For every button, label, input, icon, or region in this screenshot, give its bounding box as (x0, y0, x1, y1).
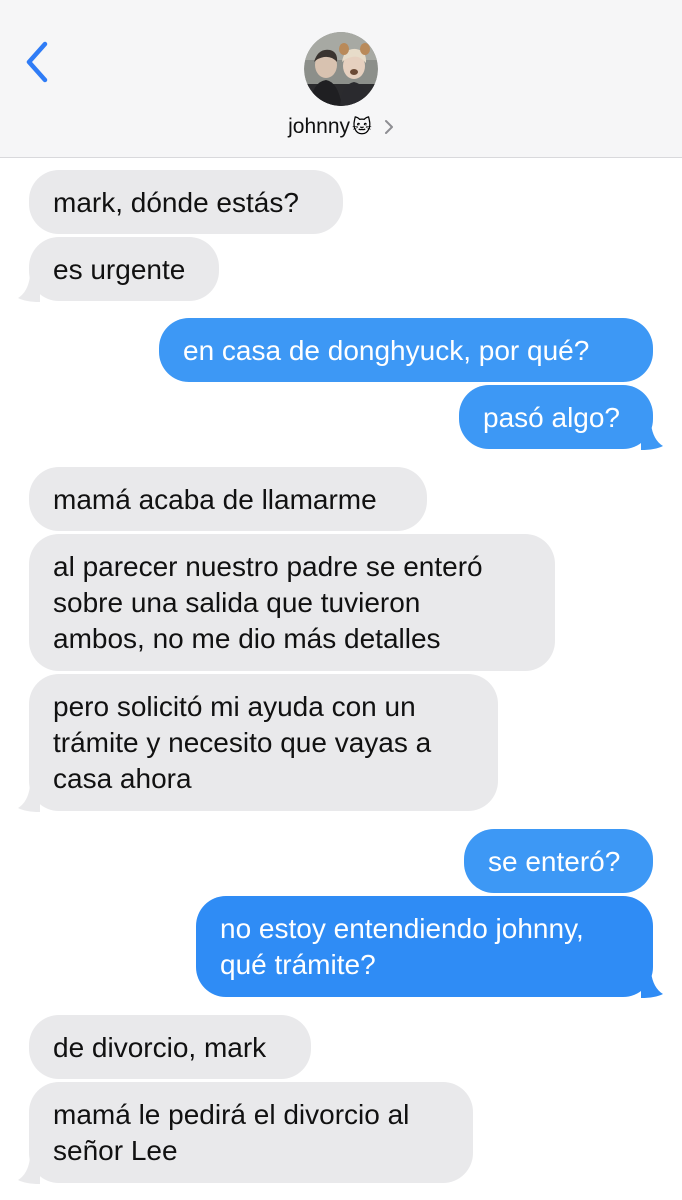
contact-name-button[interactable]: johnny 🐱 (0, 112, 682, 142)
incoming-bubble-tail (18, 786, 40, 812)
outgoing-message-bubble[interactable]: pasó algo? (459, 385, 653, 449)
back-button[interactable] (16, 38, 56, 86)
contact-name: johnny (288, 115, 351, 138)
message-line: pero solicitó mi ayuda con un (53, 691, 416, 722)
message-text: en casa de donghyuck, por qué? (183, 335, 590, 366)
message-text: de divorcio, mark (53, 1032, 267, 1063)
message-text: mark, dónde estás? (53, 187, 299, 218)
outgoing-bubble-tail (641, 972, 663, 998)
incoming-message-bubble[interactable]: mamá le pedirá el divorcio al señor Lee (29, 1082, 473, 1183)
outgoing-message-bubble[interactable]: se enteró? (464, 829, 653, 893)
incoming-bubble-tail (18, 1158, 40, 1184)
chevron-right-icon (384, 119, 394, 135)
incoming-message-bubble[interactable]: mamá acaba de llamarme (29, 467, 427, 531)
message-line: sobre una salida que tuvieron (53, 587, 421, 618)
message-line: señor Lee (53, 1135, 178, 1166)
message-line: qué trámite? (220, 949, 376, 980)
message-text: pasó algo? (483, 402, 621, 433)
outgoing-message-bubble[interactable]: no estoy entendiendo johnny, qué trámite… (196, 896, 653, 997)
message-text: se enteró? (488, 846, 621, 877)
incoming-message-bubble[interactable]: es urgente (29, 237, 219, 301)
chevron-left-icon (26, 41, 48, 83)
conversation-header: johnny 🐱 (0, 0, 682, 158)
outgoing-bubble-tail (641, 424, 663, 450)
outgoing-message-bubble[interactable]: en casa de donghyuck, por qué? (159, 318, 653, 382)
incoming-message-bubble[interactable]: al parecer nuestro padre se enteró sobre… (29, 534, 555, 671)
message-line: no estoy entendiendo johnny, (220, 913, 584, 944)
incoming-message-bubble[interactable]: mark, dónde estás? (29, 170, 343, 234)
message-line: ambos, no me dio más detalles (53, 623, 441, 654)
avatar-photo (304, 32, 378, 106)
incoming-message-bubble[interactable]: pero solicitó mi ayuda con un trámite y … (29, 674, 498, 811)
cat-emoji-icon: 🐱 (352, 116, 372, 138)
message-line: mamá le pedirá el divorcio al (53, 1099, 410, 1130)
messages-screen: johnny 🐱 mark, dónde estás? es urgente e… (0, 0, 682, 1200)
message-text: mamá acaba de llamarme (53, 484, 377, 515)
contact-avatar[interactable] (304, 32, 378, 106)
message-line: al parecer nuestro padre se enteró (53, 551, 483, 582)
message-line: trámite y necesito que vayas a (53, 727, 432, 758)
message-text: es urgente (53, 254, 186, 285)
incoming-bubble-tail (18, 276, 40, 302)
incoming-message-bubble[interactable]: de divorcio, mark (29, 1015, 311, 1079)
message-line: casa ahora (53, 763, 192, 794)
